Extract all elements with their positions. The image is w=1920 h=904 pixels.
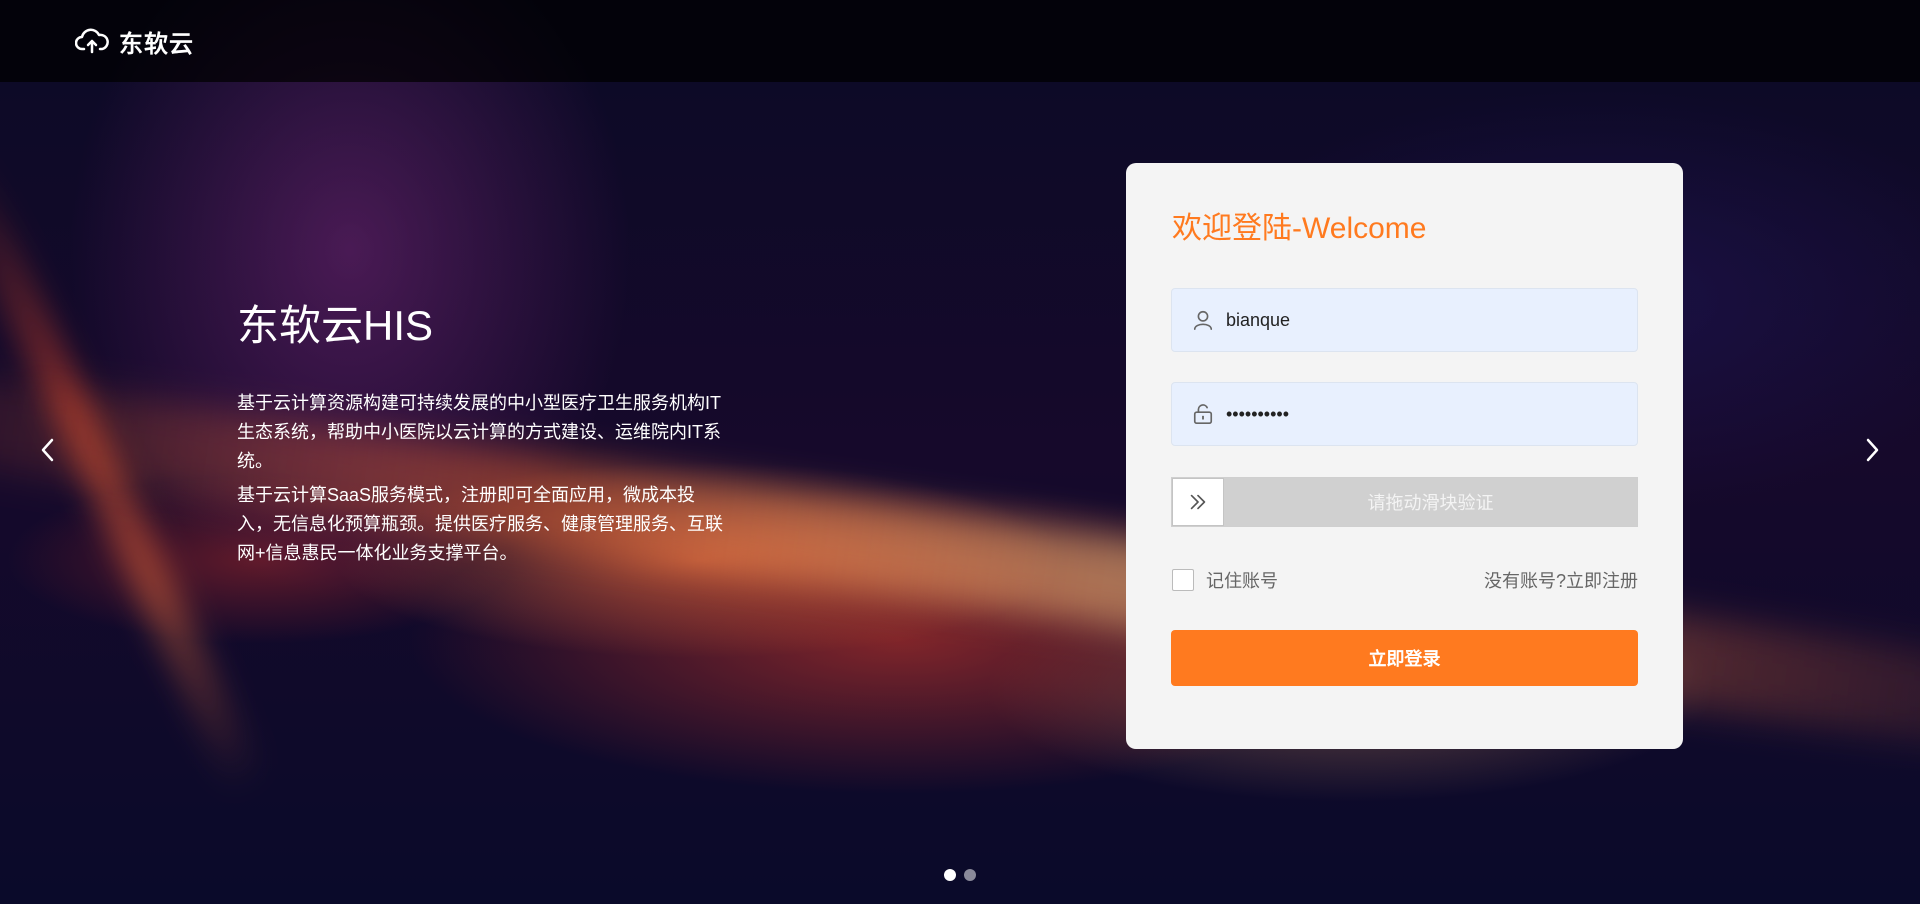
password-input[interactable] (1226, 403, 1626, 425)
remember-row: 记住账号 (1172, 567, 1278, 593)
hero-section: 东软云HIS 基于云计算资源构建可持续发展的中小型医疗卫生服务机构IT生态系统，… (237, 292, 727, 573)
hero-paragraph: 基于云计算SaaS服务模式，注册即可全面应用，微成本投入，无信息化预算瓶颈。提供… (237, 485, 723, 563)
cloud-upload-icon (75, 28, 109, 54)
lock-icon (1192, 402, 1216, 426)
username-field[interactable] (1171, 288, 1638, 352)
slider-hint: 请拖动滑块验证 (1367, 493, 1494, 513)
remember-checkbox[interactable] (1172, 569, 1194, 591)
login-button[interactable]: 立即登录 (1171, 630, 1638, 686)
brand[interactable]: 东软云 (75, 24, 194, 59)
carousel-dot[interactable] (964, 869, 976, 881)
carousel-dot[interactable] (944, 869, 956, 881)
welcome-title: 欢迎登陆-Welcome (1172, 212, 1427, 245)
register-prompt: 没有账号? (1483, 571, 1566, 591)
username-input[interactable] (1226, 309, 1626, 331)
carousel-prev-button[interactable] (35, 437, 61, 463)
user-icon (1192, 308, 1216, 332)
carousel-next-button[interactable] (1859, 437, 1885, 463)
top-bar: 东软云 (0, 0, 1920, 82)
register-link[interactable]: 立即注册 (1566, 567, 1638, 593)
hero-title: 东软云HIS (237, 302, 434, 349)
register-row: 没有账号? 立即注册 (1484, 567, 1638, 593)
password-field[interactable] (1171, 382, 1638, 446)
remember-label: 记住账号 (1206, 571, 1278, 591)
brand-name: 东软云 (119, 30, 194, 58)
double-chevron-right-icon (1190, 494, 1206, 510)
login-card: 欢迎登陆-Welcome 请拖动滑块验证 记住账号 (1126, 163, 1683, 749)
slide-verify[interactable]: 请拖动滑块验证 (1171, 477, 1638, 527)
slider-handle[interactable] (1172, 478, 1224, 526)
chevron-right-icon (1866, 438, 1879, 462)
hero-paragraph: 基于云计算资源构建可持续发展的中小型医疗卫生服务机构IT生态系统，帮助中小医院以… (237, 393, 721, 471)
chevron-left-icon (41, 438, 54, 462)
carousel-dots (944, 869, 976, 881)
